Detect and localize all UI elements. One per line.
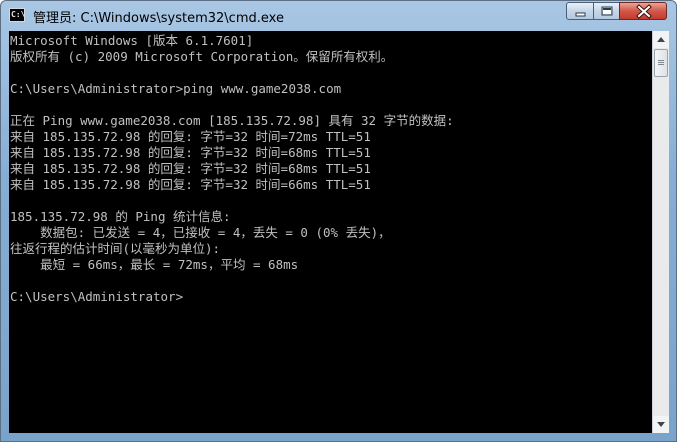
console-line: 最短 = 66ms，最长 = 72ms，平均 = 68ms: [10, 257, 299, 272]
window-title: 管理员: C:\Windows\system32\cmd.exe: [33, 11, 284, 26]
maximize-button[interactable]: [593, 2, 620, 20]
maximize-icon: [601, 6, 613, 16]
console-output[interactable]: Microsoft Windows [版本 6.1.7601] 版权所有 (c) …: [9, 31, 652, 433]
cmd-icon[interactable]: C:\: [9, 8, 25, 22]
console-line: 往返行程的估计时间(以毫秒为单位):: [10, 241, 221, 256]
console-line: Microsoft Windows [版本 6.1.7601]: [10, 33, 254, 48]
console-line: 来自 185.135.72.98 的回复: 字节=32 时间=68ms TTL=…: [10, 145, 371, 160]
arrow-up-icon: [657, 37, 665, 42]
console-line: 来自 185.135.72.98 的回复: 字节=32 时间=68ms TTL=…: [10, 161, 371, 176]
grip-line: [658, 62, 664, 63]
console-line: 正在 Ping www.game2038.com [185.135.72.98]…: [10, 113, 454, 128]
vertical-scrollbar[interactable]: [652, 31, 669, 433]
console-line: 185.135.72.98 的 Ping 统计信息:: [10, 209, 231, 224]
grip-line: [658, 64, 664, 65]
console-line: C:\Users\Administrator>ping www.game2038…: [10, 81, 342, 96]
console-line: 数据包: 已发送 = 4，已接收 = 4，丢失 = 0 (0% 丢失)，: [10, 225, 391, 240]
console-line: 来自 185.135.72.98 的回复: 字节=32 时间=66ms TTL=…: [10, 177, 371, 192]
console-line: 来自 185.135.72.98 的回复: 字节=32 时间=72ms TTL=…: [10, 129, 371, 144]
cmd-window: C:\ 管理员: C:\Windows\system32\cmd.exe Mic…: [0, 0, 677, 442]
grip-line: [658, 60, 664, 61]
scroll-down-button[interactable]: [653, 416, 669, 433]
console-line: 版权所有 (c) 2009 Microsoft Corporation。保留所有…: [10, 49, 394, 64]
console-line: C:\Users\Administrator>: [10, 289, 184, 304]
console-text: Microsoft Windows [版本 6.1.7601] 版权所有 (c) …: [10, 33, 454, 305]
close-button[interactable]: [619, 2, 667, 20]
title-bar[interactable]: C:\ 管理员: C:\Windows\system32\cmd.exe: [1, 1, 676, 31]
minimize-icon: [575, 12, 586, 17]
close-icon: [636, 4, 652, 19]
scrollbar-thumb[interactable]: [654, 49, 668, 77]
minimize-button[interactable]: [566, 2, 594, 20]
arrow-down-icon: [657, 422, 665, 427]
scroll-up-button[interactable]: [653, 31, 669, 48]
